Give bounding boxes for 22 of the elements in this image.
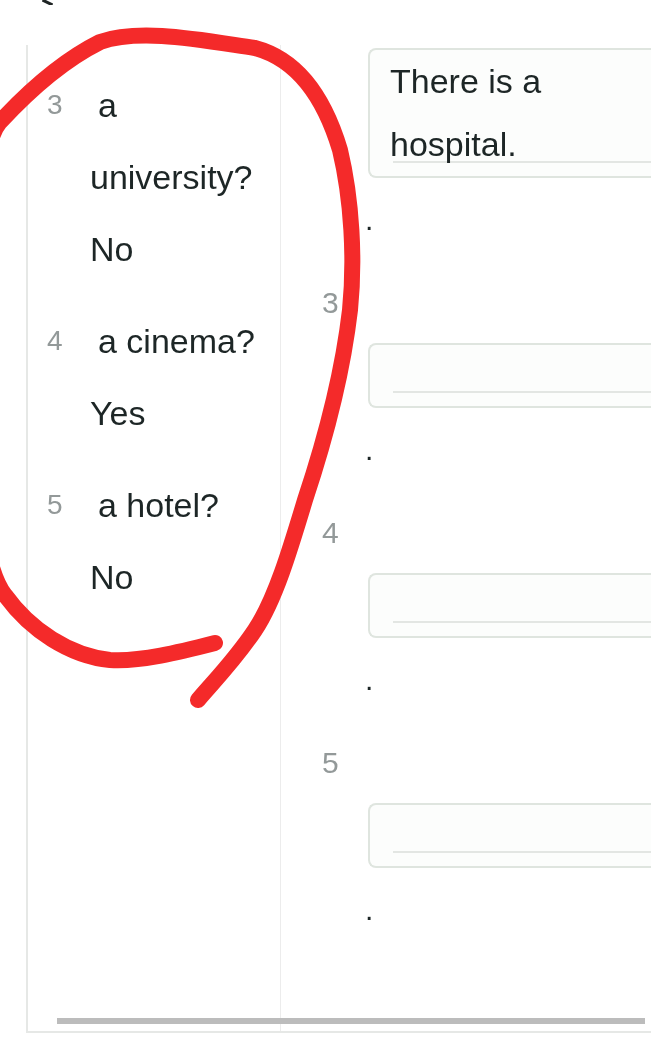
answer-field[interactable]: [368, 573, 651, 638]
question-text: a cinema?: [97, 321, 256, 362]
answer-hint: No: [90, 557, 134, 598]
question-number: 5: [47, 488, 64, 522]
question-text: a university?: [90, 85, 254, 198]
full-stop: .: [365, 892, 374, 928]
question-number: 3: [47, 88, 64, 122]
question-text: a hotel?: [97, 485, 220, 526]
back-icon[interactable]: [42, 0, 53, 5]
item-number: 3: [322, 285, 339, 321]
answer-field[interactable]: [368, 343, 651, 408]
answer-hint: Yes: [90, 393, 146, 434]
full-stop: .: [365, 432, 374, 468]
question-number: 4: [47, 324, 64, 358]
answer-field[interactable]: [368, 803, 651, 868]
item-number: 5: [322, 745, 339, 781]
answer-hint: No: [90, 229, 134, 270]
horizontal-scrollbar[interactable]: [57, 1018, 645, 1024]
full-stop: .: [365, 662, 374, 698]
full-stop: .: [365, 202, 374, 238]
answer-field[interactable]: There is a hospital.: [368, 48, 651, 178]
item-number: 4: [322, 515, 339, 551]
